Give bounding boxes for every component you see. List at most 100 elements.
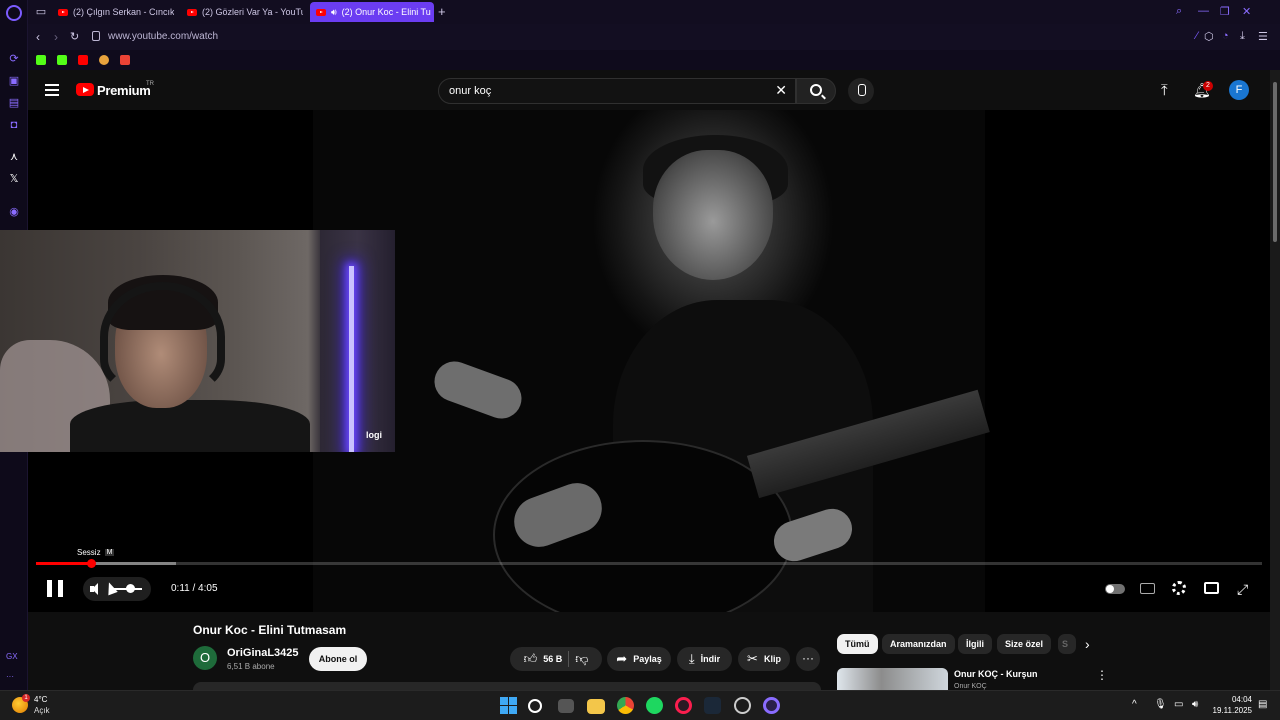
easy-setup-icon[interactable]: ☰: [1258, 30, 1268, 43]
profile-icon[interactable]: ◔: [1222, 30, 1229, 42]
youtube-premium-logo[interactable]: Premium: [97, 83, 151, 98]
settings-gear-icon[interactable]: [1172, 581, 1186, 595]
speaker-icon[interactable]: 🔊︎: [1192, 699, 1198, 710]
tray-overflow-icon[interactable]: ^: [1132, 699, 1137, 710]
tab-menu-icon[interactable]: ▭: [34, 5, 48, 19]
download-button[interactable]: ⤓ İndir: [677, 647, 732, 671]
file-explorer-icon[interactable]: [587, 699, 605, 714]
youtube-icon[interactable]: [78, 55, 88, 65]
scrollbar-thumb[interactable]: [1273, 82, 1277, 242]
like-count[interactable]: 56 B: [543, 654, 562, 664]
gx-bottom-label[interactable]: GX: [6, 652, 18, 661]
sidebar-app-icon[interactable]: ⋏: [7, 150, 21, 164]
like-icon[interactable]: 👍︎: [524, 651, 538, 667]
spotify-icon[interactable]: [646, 697, 663, 714]
volume-slider-knob[interactable]: [126, 584, 135, 593]
filter-chip-from-search[interactable]: Aramanızdan: [882, 634, 955, 654]
video-title: Onur Koc - Elini Tutmasam: [193, 623, 347, 637]
windows-start-icon[interactable]: [500, 697, 517, 714]
pen-icon[interactable]: ⁄: [1196, 30, 1198, 42]
description-box[interactable]: [193, 682, 821, 690]
forward-icon[interactable]: ›: [54, 30, 58, 44]
reload-icon[interactable]: ↻: [70, 30, 79, 43]
youtube-logo-icon[interactable]: [76, 83, 94, 96]
address-bar: ‹ › ↻ www.youtube.com/watch ⁄ ⬡ ◔ ⤓ ☰: [28, 24, 1280, 50]
webcam-overlay: logi: [0, 230, 395, 452]
snapshot-icon[interactable]: ⬡: [1204, 30, 1214, 43]
voice-search-button[interactable]: [848, 78, 874, 104]
store-icon[interactable]: ▣: [7, 74, 21, 88]
filter-chip-related[interactable]: İlgili: [958, 634, 992, 654]
hamburger-menu-icon[interactable]: [45, 84, 59, 96]
avatar[interactable]: F: [1229, 80, 1249, 100]
opera-logo-icon[interactable]: [6, 5, 22, 21]
x-twitter-icon[interactable]: 𝕏: [7, 172, 21, 186]
clock-time: 04:04: [1231, 695, 1252, 704]
download-icon[interactable]: ⤓: [1240, 30, 1245, 43]
kick-icon[interactable]: [36, 55, 46, 65]
volume-icon[interactable]: [90, 582, 104, 596]
chess-icon[interactable]: [99, 55, 109, 65]
subtitles-icon[interactable]: [1140, 583, 1155, 594]
channel-name[interactable]: OriGinaL3425: [227, 647, 299, 659]
twitch-icon[interactable]: ▤: [7, 96, 21, 110]
like-dislike-group: 👍︎ 56 B 👎︎: [510, 647, 602, 671]
search-tabs-icon[interactable]: ⌕: [1176, 5, 1182, 18]
network-icon[interactable]: ▭: [1174, 699, 1183, 710]
search-button[interactable]: [796, 78, 836, 104]
tab-onur-koc[interactable]: 🔊︎ (2) Onur Koc - Elini Tu: [310, 2, 434, 22]
more-actions-button[interactable]: ···: [796, 647, 820, 671]
filter-chip-truncated[interactable]: S: [1058, 634, 1076, 654]
channel-avatar[interactable]: O: [193, 646, 217, 670]
more-icon[interactable]: ···: [6, 672, 14, 681]
notification-center-icon[interactable]: ▤: [1258, 699, 1267, 710]
opera-gx-taskbar-icon[interactable]: [675, 697, 692, 714]
opera-icon[interactable]: [763, 697, 780, 714]
task-view-icon[interactable]: [558, 699, 574, 713]
fullscreen-icon[interactable]: ⤢: [1237, 581, 1248, 598]
player-icon[interactable]: ◉: [7, 205, 21, 219]
filter-chip-for-you[interactable]: Size özel: [997, 634, 1052, 654]
gx-control-icon[interactable]: ⟳: [7, 52, 21, 66]
filter-chip-all[interactable]: Tümü: [837, 634, 878, 654]
pause-button[interactable]: [47, 580, 63, 597]
theater-mode-icon[interactable]: [1204, 582, 1219, 594]
recommendation-channel[interactable]: Onur KOÇ: [954, 683, 987, 690]
chrome-icon[interactable]: [617, 697, 634, 714]
search-input[interactable]: onur koç ✕: [438, 78, 796, 104]
url-field[interactable]: www.youtube.com/watch: [108, 31, 218, 42]
recommendation-title[interactable]: Onur KOÇ - Kurşun: [954, 669, 1038, 679]
dislike-icon[interactable]: 👎︎: [575, 651, 588, 667]
restore-icon[interactable]: ❐: [1220, 5, 1230, 18]
lock-icon[interactable]: [92, 31, 100, 41]
audio-playing-icon[interactable]: 🔊︎: [331, 7, 337, 18]
chevron-right-icon[interactable]: ›: [1085, 636, 1090, 652]
page-scrollbar[interactable]: [1270, 70, 1280, 690]
autoplay-toggle[interactable]: [1105, 584, 1125, 594]
system-clock[interactable]: 04:04 19.11.2025: [1212, 694, 1252, 716]
tab-gozleri-var-ya[interactable]: (2) Gözleri Var Ya - YouTu: [181, 2, 303, 22]
gmail-icon[interactable]: [120, 55, 130, 65]
messenger-icon[interactable]: ◘: [7, 118, 21, 132]
weather-temperature[interactable]: 4°C: [34, 695, 47, 704]
kick-icon[interactable]: [57, 55, 67, 65]
recommendation-menu-icon[interactable]: ⋮: [1096, 668, 1108, 682]
recommendation-thumbnail[interactable]: [837, 668, 948, 690]
progress-scrubber[interactable]: [87, 559, 96, 568]
tab-cilgin-serkan[interactable]: (2) Çılgın Serkan - Cıncık: [52, 2, 174, 22]
back-icon[interactable]: ‹: [36, 30, 40, 44]
clear-search-icon[interactable]: ✕: [775, 82, 787, 99]
weather-status[interactable]: Açık: [34, 706, 50, 715]
clip-button[interactable]: ✂ Klip: [738, 647, 790, 671]
new-tab-button[interactable]: +: [438, 4, 446, 19]
minimize-icon[interactable]: —: [1198, 5, 1209, 17]
upload-icon[interactable]: ⤒: [1161, 82, 1168, 99]
close-icon[interactable]: ✕: [1242, 5, 1251, 18]
microphone-icon[interactable]: 🎙︎: [1154, 699, 1167, 710]
app-icon[interactable]: [734, 697, 751, 714]
share-button[interactable]: ➦ Paylaş: [607, 647, 671, 671]
steam-icon[interactable]: [704, 697, 721, 714]
progress-bar[interactable]: [36, 562, 1262, 565]
taskbar-search-icon[interactable]: [528, 699, 542, 713]
subscribe-button[interactable]: Abone ol: [309, 647, 367, 671]
